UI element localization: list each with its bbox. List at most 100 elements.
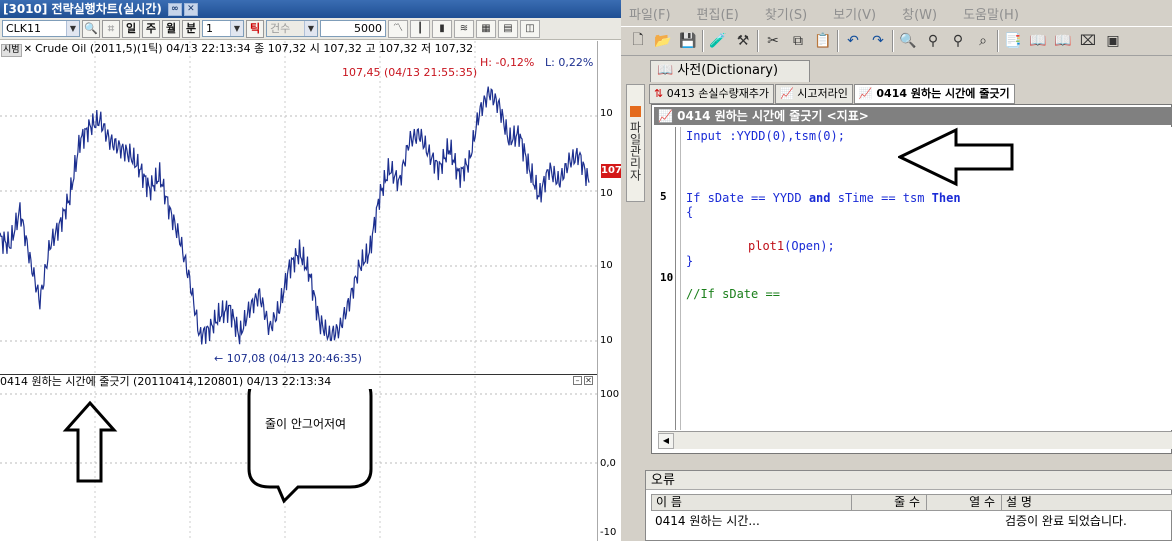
cut-icon[interactable]: ✂ <box>762 30 784 52</box>
fold-gutter <box>680 127 681 430</box>
code-editor[interactable]: 5 10 Input :YYDD(0),tsm(0); If sDate == … <box>658 127 1172 430</box>
annotation-overlay <box>62 389 373 504</box>
doc-tab-label: 0414 원하는 시간에 줄긋기 <box>876 87 1010 100</box>
verify-icon[interactable]: 🧪 <box>707 30 729 52</box>
chart-icon: 📈 <box>780 87 798 100</box>
col-name[interactable]: 이 름 <box>652 495 852 510</box>
sidebar-tab-label: 파일관리자 <box>628 120 642 181</box>
unit-select[interactable]: 건수 ▼ <box>266 20 318 37</box>
toolbar-separator <box>997 30 999 52</box>
tick-button[interactable]: 틱 <box>246 19 264 38</box>
minimize-icon[interactable]: – <box>573 376 582 385</box>
menu-view[interactable]: 보기(V) <box>833 4 876 23</box>
lo-label: L: 0,22% <box>545 56 594 69</box>
chevron-down-icon[interactable]: ▼ <box>304 21 317 36</box>
menu-file[interactable]: 파일(F) <box>629 4 671 23</box>
bar-icon[interactable]: ┃ <box>410 19 430 38</box>
close-icon[interactable]: ✕ <box>183 2 198 16</box>
dict-tab-label: 사전(Dictionary) <box>677 63 779 78</box>
more-icon[interactable]: ▣ <box>1102 30 1124 52</box>
replace-icon[interactable]: ⌕ <box>972 30 994 52</box>
editor-titlebar[interactable]: 📈 0414 원하는 시간에 줄긋기 <지표> <box>654 107 1172 125</box>
find-prev-icon[interactable]: ⚲ <box>947 30 969 52</box>
scroll-left-icon[interactable]: ◀ <box>658 433 674 449</box>
window-icon[interactable]: ◫ <box>520 19 540 38</box>
bookmark-prev-icon[interactable]: 📖 <box>1052 30 1074 52</box>
find-icon[interactable]: 🔍 <box>897 30 919 52</box>
chart-window-titlebar[interactable]: [3010] 전략실행차트(실시간) ∞ ✕ <box>0 0 621 18</box>
line-number: 10 <box>660 271 674 284</box>
function-name: plot1 <box>748 239 785 253</box>
bookmark-icon[interactable]: 📑 <box>1002 30 1024 52</box>
chart-icon: 📈 <box>858 87 877 100</box>
doc-tab-3[interactable]: 📈 0414 원하는 시간에 줄긋기 <box>853 84 1015 104</box>
search-icon[interactable]: 🔍 <box>82 19 100 38</box>
bookmark-clear-icon[interactable]: ⌧ <box>1077 30 1099 52</box>
symbol-select[interactable]: CLK11 ▼ <box>2 20 80 37</box>
doc-tab-2[interactable]: 📈 시고저라인 <box>775 84 853 104</box>
horizontal-scrollbar[interactable]: ◀ <box>658 431 1172 449</box>
interval-select[interactable]: 1 ▼ <box>202 20 244 37</box>
period-week-button[interactable]: 주 <box>142 19 160 38</box>
editor-window: 파일(F) 편집(E) 찾기(S) 보기(V) 창(W) 도움말(H) 🗋 📂 … <box>621 0 1172 541</box>
low-annotation: ← 107,08 (04/13 20:46:35) <box>214 352 362 365</box>
menu-edit[interactable]: 편집(E) <box>697 4 739 23</box>
col-column[interactable]: 열 수 <box>927 495 1002 510</box>
error-row[interactable]: 0414 원하는 시간... 검증이 완료 되었습니다. <box>651 512 1172 530</box>
save-icon[interactable]: 💾 <box>677 30 699 52</box>
tab-file-manager[interactable]: 파일관리자 <box>626 84 645 202</box>
chevron-down-icon[interactable]: ▼ <box>230 21 243 36</box>
strategy-icon[interactable]: 〽 <box>388 19 408 38</box>
period-month-button[interactable]: 월 <box>162 19 180 38</box>
scale-label: 10 <box>600 335 613 346</box>
doc-tab-1[interactable]: ⇅ 0413 손실수량재추가 <box>649 84 775 104</box>
toolbar-separator <box>757 30 759 52</box>
count-input[interactable]: 5000 <box>320 20 386 37</box>
code-brace-open: { <box>686 205 694 219</box>
condition-icon[interactable]: ⌗ <box>102 19 120 38</box>
chart-toolbar: CLK11 ▼ 🔍 ⌗ 일 주 월 분 1 ▼ 틱 건수 ▼ 5000 〽 ┃ … <box>0 18 621 40</box>
price-series-line <box>0 86 590 345</box>
new-file-icon[interactable]: 🗋 <box>627 30 649 52</box>
code-text: (Open); <box>784 239 835 253</box>
menu-find[interactable]: 찾기(S) <box>765 4 807 23</box>
code-text: sDate == YYDD <box>700 191 809 205</box>
undo-icon[interactable]: ↶ <box>842 30 864 52</box>
up-arrow-icon <box>62 400 118 483</box>
settings-icon[interactable]: ▦ <box>476 19 496 38</box>
indicator-pane-buttons: – ✕ <box>573 376 593 385</box>
close-icon[interactable]: ✕ <box>584 376 593 385</box>
keyword: and <box>808 191 831 205</box>
link-icon[interactable]: ∞ <box>167 2 182 16</box>
col-description[interactable]: 설 명 <box>1002 495 1172 510</box>
error-table-header: 이 름 줄 수 열 수 설 명 <box>651 494 1172 511</box>
bookmark-next-icon[interactable]: 📖 <box>1027 30 1049 52</box>
code-editor-frame: 📈 0414 원하는 시간에 줄긋기 <지표> 5 10 Input :YYDD… <box>651 104 1172 454</box>
chevron-down-icon[interactable]: ▼ <box>66 21 79 36</box>
period-minute-button[interactable]: 분 <box>182 19 200 38</box>
redo-icon[interactable]: ↷ <box>867 30 889 52</box>
speech-bubble <box>247 389 373 504</box>
indicator-icon[interactable]: ≋ <box>454 19 474 38</box>
code-line-5: If sDate == YYDD and sTime == tsm Then <box>686 191 961 205</box>
col-line[interactable]: 줄 수 <box>852 495 927 510</box>
print-icon[interactable]: ▤ <box>498 19 518 38</box>
menu-window[interactable]: 창(W) <box>902 4 937 23</box>
indicator-scale-label: 0,0 <box>600 458 616 469</box>
period-day-button[interactable]: 일 <box>122 19 140 38</box>
current-price-badge: 107 <box>601 164 621 178</box>
candle-icon[interactable]: ▮ <box>432 19 452 38</box>
menu-bar: 파일(F) 편집(E) 찾기(S) 보기(V) 창(W) 도움말(H) <box>621 0 1172 26</box>
tab-dictionary[interactable]: 📖 사전(Dictionary) <box>650 60 810 82</box>
file-manager-icon <box>629 105 641 117</box>
open-folder-icon[interactable]: 📂 <box>652 30 674 52</box>
copy-icon[interactable]: ⧉ <box>787 30 809 52</box>
menu-help[interactable]: 도움말(H) <box>963 4 1019 23</box>
error-name: 0414 원하는 시간... <box>655 514 760 528</box>
find-next-icon[interactable]: ⚲ <box>922 30 944 52</box>
chart-window: [3010] 전략실행차트(실시간) ∞ ✕ CLK11 ▼ 🔍 ⌗ 일 주 월… <box>0 0 621 541</box>
doc-tab-label: 0413 손실수량재추가 <box>666 87 770 100</box>
indicator-scale-label: 100 <box>600 389 620 400</box>
paste-icon[interactable]: 📋 <box>812 30 834 52</box>
tools-icon[interactable]: ⚒ <box>732 30 754 52</box>
